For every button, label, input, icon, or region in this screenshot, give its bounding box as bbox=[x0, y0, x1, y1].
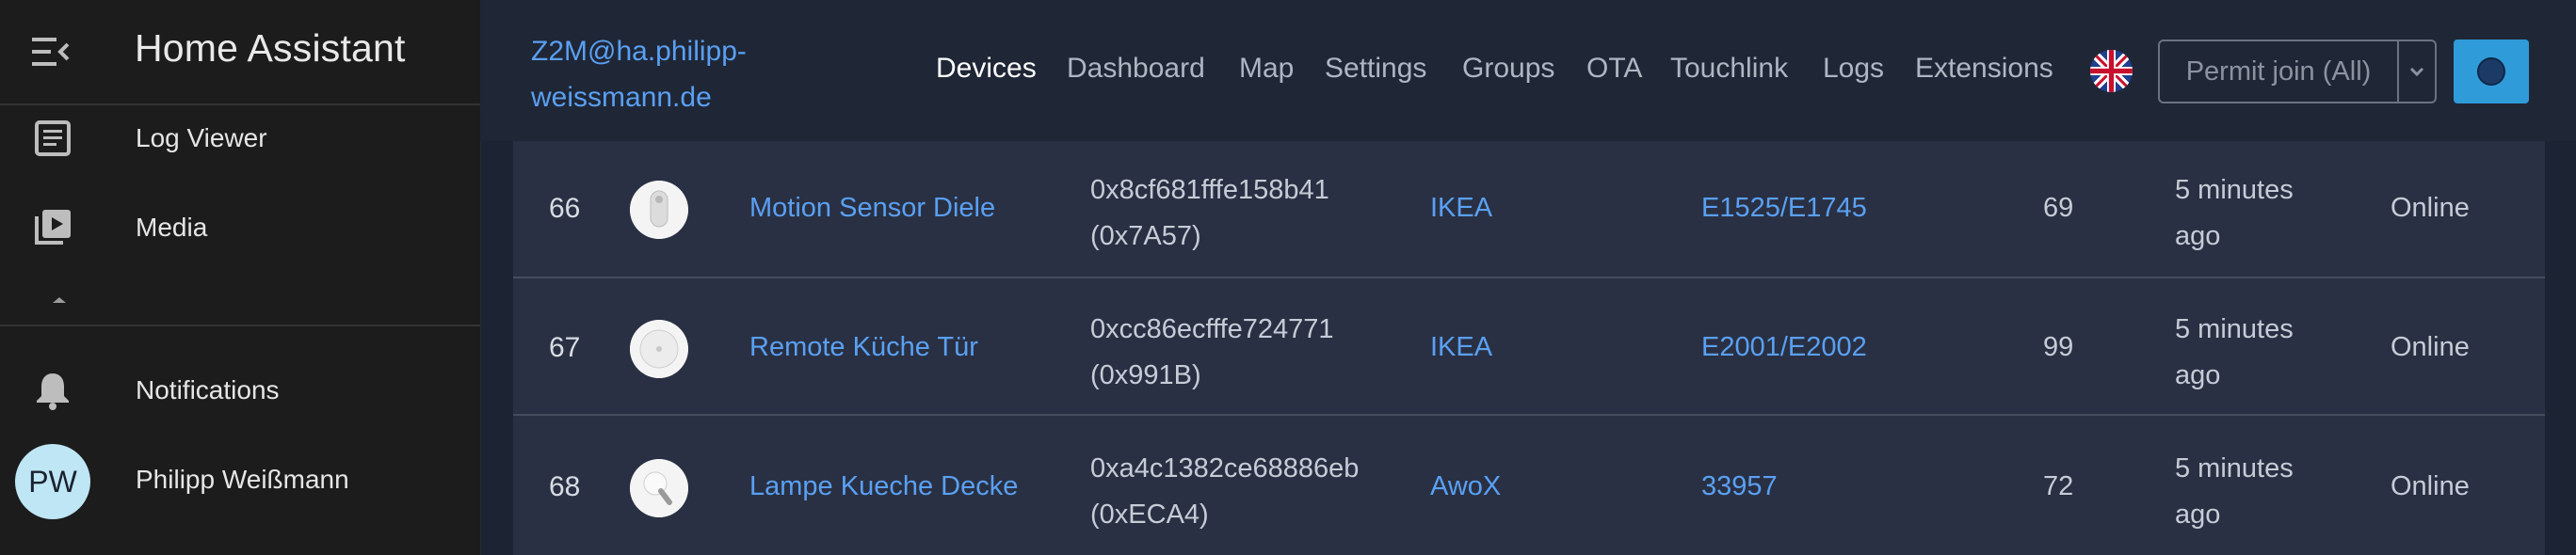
lqi-value: 72 bbox=[2043, 471, 2074, 501]
network-address: (0x7A57) bbox=[1090, 221, 1201, 251]
nav-extensions[interactable]: Extensions bbox=[1915, 53, 2053, 85]
last-seen-line-1: 5 minutes bbox=[2175, 453, 2294, 484]
sidebar-item-media[interactable]: Media bbox=[0, 190, 480, 265]
vendor-link[interactable]: IKEA bbox=[1430, 332, 1492, 363]
device-name-link[interactable]: Lampe Kueche Decke bbox=[749, 471, 1018, 502]
device-image-bulb bbox=[630, 459, 688, 517]
nav-groups[interactable]: Groups bbox=[1462, 53, 1554, 85]
last-seen-line-1: 5 minutes bbox=[2175, 175, 2294, 205]
table-row[interactable]: 66 Motion Sensor Diele 0x8cf681fffe158b4… bbox=[513, 141, 2545, 278]
availability-status: Online bbox=[2391, 471, 2470, 501]
last-seen: 5 minutes ago bbox=[2175, 307, 2294, 399]
device-name-link[interactable]: Motion Sensor Diele bbox=[749, 193, 995, 224]
last-seen-line-2: ago bbox=[2175, 221, 2221, 251]
nav-ota[interactable]: OTA bbox=[1586, 53, 1642, 85]
device-id: 68 bbox=[549, 471, 581, 502]
sidebar: Home Assistant Log Viewer Media Notifica… bbox=[0, 0, 481, 555]
sidebar-item-label: Notifications bbox=[136, 375, 280, 404]
nav-map[interactable]: Map bbox=[1239, 53, 1294, 85]
device-id: 66 bbox=[549, 193, 581, 224]
nav-dashboard[interactable]: Dashboard bbox=[1067, 53, 1205, 85]
permit-join-button[interactable]: Permit join (All) bbox=[2158, 40, 2399, 103]
nav-devices[interactable]: Devices bbox=[936, 53, 1037, 85]
top-navigation: Z2M@ha.philipp-weissmann.de Devices Dash… bbox=[480, 0, 2576, 141]
ieee-address: 0xcc86ecfffe724771 bbox=[1090, 314, 1334, 344]
language-uk-flag-icon[interactable] bbox=[2090, 50, 2133, 92]
sidebar-item-log-viewer[interactable]: Log Viewer bbox=[0, 101, 480, 176]
lqi-value: 99 bbox=[2043, 332, 2074, 362]
lqi-value: 69 bbox=[2043, 193, 2074, 223]
device-ieee: 0x8cf681fffe158b41 (0x7A57) bbox=[1090, 167, 1329, 260]
ieee-address: 0x8cf681fffe158b41 bbox=[1090, 175, 1329, 205]
last-seen: 5 minutes ago bbox=[2175, 167, 2294, 260]
nav-touchlink[interactable]: Touchlink bbox=[1670, 53, 1788, 85]
model-link[interactable]: 33957 bbox=[1701, 471, 1778, 502]
device-ieee: 0xa4c1382ce68886eb (0xECA4) bbox=[1090, 446, 1359, 538]
sidebar-item-label: Media bbox=[136, 213, 208, 242]
device-image-motion-sensor bbox=[630, 181, 688, 239]
availability-status: Online bbox=[2391, 332, 2470, 362]
device-ieee: 0xcc86ecfffe724771 (0x991B) bbox=[1090, 307, 1334, 399]
network-address: (0x991B) bbox=[1090, 360, 1201, 390]
bell-icon bbox=[32, 370, 73, 411]
availability-status: Online bbox=[2391, 193, 2470, 223]
vendor-link[interactable]: IKEA bbox=[1430, 193, 1492, 224]
sidebar-header: Home Assistant bbox=[0, 0, 480, 105]
nav-settings[interactable]: Settings bbox=[1325, 53, 1426, 85]
menu-toggle-icon[interactable] bbox=[32, 36, 70, 68]
devices-table: 66 Motion Sensor Diele 0x8cf681fffe158b4… bbox=[513, 141, 2545, 555]
status-toggle-button[interactable] bbox=[2454, 40, 2529, 103]
host-link[interactable]: Z2M@ha.philipp-weissmann.de bbox=[531, 28, 804, 120]
ieee-address: 0xa4c1382ce68886eb bbox=[1090, 453, 1360, 484]
app-title: Home Assistant bbox=[135, 26, 406, 70]
network-address: (0xECA4) bbox=[1090, 500, 1209, 530]
sidebar-item-notifications[interactable]: Notifications bbox=[0, 353, 480, 428]
last-seen: 5 minutes ago bbox=[2175, 446, 2294, 538]
device-name-link[interactable]: Remote Küche Tür bbox=[749, 332, 978, 363]
log-viewer-icon bbox=[32, 118, 73, 159]
last-seen-line-2: ago bbox=[2175, 360, 2221, 390]
model-link[interactable]: E2001/E2002 bbox=[1701, 332, 1867, 363]
vendor-link[interactable]: AwoX bbox=[1430, 471, 1501, 502]
model-link[interactable]: E1525/E1745 bbox=[1701, 193, 1867, 224]
device-image-remote bbox=[630, 320, 688, 378]
scroll-up-icon[interactable] bbox=[49, 293, 70, 307]
permit-join-dropdown-toggle[interactable] bbox=[2397, 40, 2437, 103]
table-row[interactable]: 67 Remote Küche Tür 0xcc86ecfffe724771 (… bbox=[513, 278, 2545, 416]
table-row[interactable]: 68 Lampe Kueche Decke 0xa4c1382ce68886eb… bbox=[513, 416, 2545, 553]
status-dot-icon bbox=[2477, 57, 2505, 86]
media-icon bbox=[32, 207, 73, 248]
sidebar-item-label: Log Viewer bbox=[136, 123, 267, 152]
last-seen-line-1: 5 minutes bbox=[2175, 314, 2294, 344]
nav-logs[interactable]: Logs bbox=[1823, 53, 1884, 85]
chevron-down-icon bbox=[2409, 67, 2424, 77]
sidebar-item-user[interactable]: Philipp Weißmann bbox=[0, 444, 480, 519]
device-id: 67 bbox=[549, 332, 581, 363]
last-seen-line-2: ago bbox=[2175, 500, 2221, 530]
sidebar-divider bbox=[0, 325, 480, 326]
user-name: Philipp Weißmann bbox=[136, 465, 349, 494]
